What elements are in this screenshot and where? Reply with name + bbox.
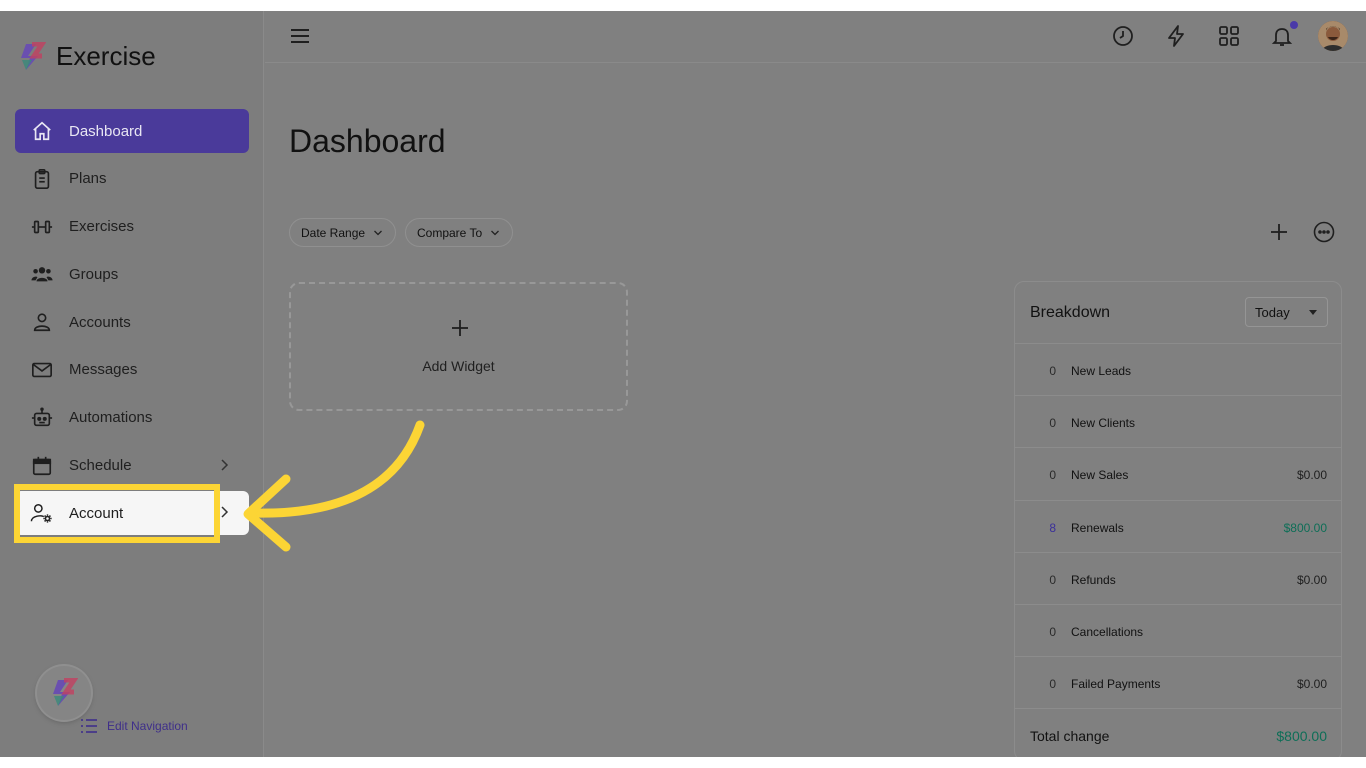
dumbbell-icon — [30, 215, 54, 239]
apps-grid-icon[interactable] — [1217, 24, 1241, 48]
sidebar-nav: Dashboard Plans Exercises Groups Account… — [15, 109, 249, 539]
sidebar-item-label: Groups — [69, 265, 119, 283]
mail-icon — [30, 358, 54, 382]
lightning-icon[interactable] — [1164, 24, 1188, 48]
breakdown-row[interactable]: 0 Failed Payments $0.00 — [1015, 657, 1341, 710]
edit-navigation-label: Edit Navigation — [107, 719, 188, 733]
breakdown-row[interactable]: 8 Renewals $800.00 — [1015, 501, 1341, 553]
row-amount: $0.00 — [1296, 572, 1327, 587]
row-name: Renewals — [1071, 520, 1124, 535]
help-launcher-button[interactable] — [37, 666, 91, 720]
add-widget-label: Add Widget — [422, 358, 495, 374]
row-name: New Leads — [1071, 364, 1132, 378]
sidebar-item-label: Accounts — [69, 313, 131, 331]
breakdown-rows: 0 New Leads 0 New Clients 0 New Sales $0… — [1015, 343, 1341, 710]
sidebar-item-plans[interactable]: Plans — [15, 157, 249, 201]
calendar-icon — [30, 454, 54, 478]
users-icon — [30, 262, 54, 286]
row-name: New Sales — [1071, 468, 1129, 483]
sidebar: Exercise Dashboard Plans Exercises Group… — [0, 11, 264, 757]
row-count: 0 — [1049, 364, 1056, 378]
sidebar-item-label: Messages — [69, 361, 138, 379]
sidebar-item-groups[interactable]: Groups — [15, 252, 249, 296]
topbar — [265, 11, 1366, 63]
row-count: 0 — [1049, 468, 1056, 483]
brand-logo-icon — [53, 678, 78, 706]
chevron-down-icon — [374, 230, 383, 235]
breakdown-card: Breakdown Today 0 New Leads 0 New Client… — [1014, 281, 1342, 757]
row-name: Failed Payments — [1071, 677, 1161, 692]
row-count: 8 — [1049, 520, 1056, 535]
row-count: 0 — [1049, 416, 1056, 431]
sidebar-item-label: Automations — [69, 409, 153, 427]
topbar-actions — [1082, 21, 1348, 51]
breakdown-row[interactable]: 0 New Clients — [1015, 396, 1341, 449]
row-count: 0 — [1049, 572, 1056, 587]
breakdown-row[interactable]: 0 New Leads — [1015, 344, 1341, 397]
compare-to-dropdown[interactable]: Compare To — [405, 218, 514, 247]
sidebar-item-automations[interactable]: Automations — [15, 396, 249, 440]
add-widget-button[interactable]: Add Widget — [289, 282, 628, 411]
brand-name: Exercise — [56, 41, 156, 71]
compare-to-label: Compare To — [417, 225, 483, 240]
chevron-right-icon — [221, 459, 229, 471]
date-range-dropdown[interactable]: Date Range — [289, 218, 397, 247]
plus-icon — [452, 320, 468, 336]
notification-dot — [1290, 21, 1298, 29]
pointer-arrow-annotation — [243, 420, 425, 552]
menu-icon[interactable] — [289, 25, 311, 47]
bell-icon[interactable] — [1270, 21, 1298, 48]
row-amount: $0.00 — [1296, 468, 1327, 483]
sidebar-item-exercises[interactable]: Exercises — [15, 205, 249, 249]
robot-icon — [30, 406, 54, 430]
breakdown-title: Breakdown — [1030, 304, 1111, 321]
breakdown-row[interactable]: 0 Cancellations — [1015, 605, 1341, 658]
row-amount: $0.00 — [1296, 677, 1327, 692]
row-count: 0 — [1049, 624, 1056, 639]
user-icon — [30, 310, 54, 334]
more-options-icon[interactable] — [1312, 220, 1336, 244]
breakdown-row[interactable]: 0 New Sales $0.00 — [1015, 448, 1341, 501]
sidebar-item-dashboard[interactable]: Dashboard — [15, 109, 249, 153]
sidebar-item-label: Schedule — [69, 457, 132, 475]
total-change-amount: $800.00 — [1276, 728, 1327, 744]
sidebar-item-messages[interactable]: Messages — [15, 348, 249, 392]
breakdown-row[interactable]: 0 Refunds $0.00 — [1015, 553, 1341, 605]
edit-navigation-link[interactable]: Edit Navigation — [80, 718, 188, 734]
sidebar-item-schedule[interactable]: Schedule — [15, 444, 249, 488]
row-count: 0 — [1049, 677, 1056, 692]
list-icon — [81, 719, 97, 733]
period-select[interactable]: Today — [1245, 297, 1328, 327]
app-window: Exercise Dashboard Plans Exercises Group… — [0, 11, 1366, 757]
row-amount: $800.00 — [1283, 520, 1327, 535]
sidebar-item-label: Plans — [69, 170, 107, 188]
row-name: Refunds — [1071, 572, 1116, 587]
caret-down-icon — [1309, 310, 1317, 315]
home-icon — [30, 119, 54, 143]
brand[interactable]: Exercise — [18, 41, 156, 72]
highlight-annotation — [14, 484, 220, 543]
row-name: Cancellations — [1071, 624, 1144, 639]
clipboard-icon — [30, 167, 54, 191]
period-select-value: Today — [1255, 304, 1290, 320]
brand-logo-icon — [21, 41, 46, 70]
sidebar-item-label: Dashboard — [69, 122, 143, 140]
plus-icon[interactable] — [1267, 220, 1291, 244]
total-change-label: Total change — [1030, 728, 1110, 744]
chevron-down-icon — [491, 230, 500, 235]
history-icon[interactable] — [1111, 24, 1135, 48]
page-title: Dashboard — [289, 123, 446, 159]
avatar[interactable] — [1318, 21, 1348, 51]
row-name: New Clients — [1071, 416, 1136, 431]
sidebar-item-accounts[interactable]: Accounts — [15, 300, 249, 344]
sidebar-item-label: Exercises — [69, 218, 135, 236]
date-range-label: Date Range — [301, 225, 366, 240]
